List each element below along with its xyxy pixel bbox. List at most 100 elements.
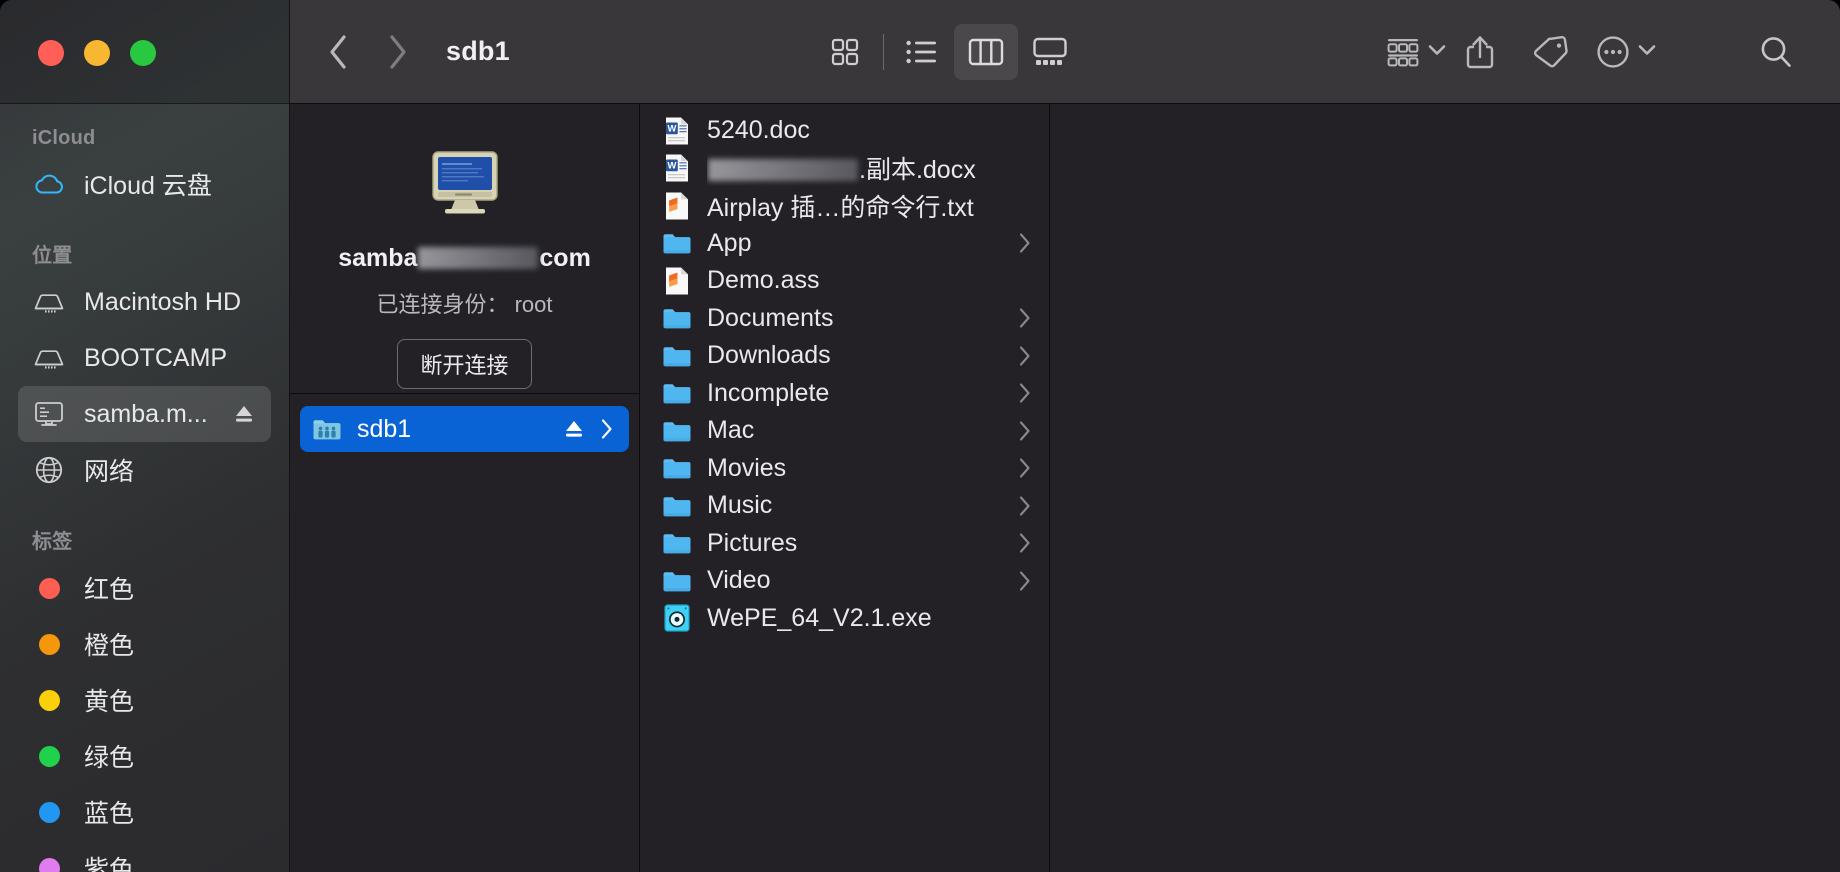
sidebar-section-header-icloud: iCloud [32,127,96,149]
sidebar-item-[interactable]: 红色 [18,560,271,616]
disk-image-icon [662,603,692,633]
forward-button[interactable] [372,26,424,78]
toolbar: sdb1 [290,0,1840,104]
sidebar-item-label: samba.m... [84,399,208,428]
sidebar-item-label: iCloud 云盘 [84,172,212,200]
svg-text:W: W [667,160,676,171]
eject-icon[interactable] [231,403,257,425]
file-row[interactable]: Demo.ass [640,262,1049,300]
share-list: sdb1 [290,394,639,452]
shared-folder-icon [312,414,342,444]
file-row[interactable]: Incomplete [640,375,1049,413]
cloud-icon [32,167,66,201]
file-name-text: .副本.docx [859,156,976,185]
file-list-pane: W 5240.doc W .副本.docx Airplay 插…的命令行.txt [640,104,1050,872]
sidebar-item-[interactable]: 紫色 [18,840,271,872]
tag-dot [32,683,66,717]
file-row[interactable]: Downloads [640,337,1049,375]
file-name-redacted [708,159,858,182]
server-pane: samba com 已连接身份： root 断开连接 sdb1 [290,104,640,872]
gallery-view-button[interactable] [1018,24,1082,80]
sidebar-section-header-tags: 标签 [32,531,73,553]
folder-icon [662,303,692,333]
sidebar: iCloud iCloud 云盘位置 Macintosh HD BOOTCAMP [0,0,290,872]
file-name: Downloads [707,341,831,370]
server-icon [32,397,66,431]
chevron-right-icon [1015,457,1035,479]
file-list: W 5240.doc W .副本.docx Airplay 插…的命令行.txt [640,104,1049,637]
tag-dot [32,571,66,605]
file-row[interactable]: WePE_64_V2.1.exe [640,600,1049,638]
sidebar-titlebar [0,0,289,104]
chevron-right-icon [1015,420,1035,442]
file-name: 5240.doc [707,116,810,145]
share-row[interactable]: sdb1 [300,406,629,452]
sidebar-item-icloud[interactable]: iCloud 云盘 [18,156,271,212]
sidebar-item-label: 红色 [84,576,135,604]
file-row[interactable]: Pictures [640,525,1049,563]
close-button[interactable] [38,40,64,66]
column-view-button[interactable] [954,23,1019,80]
traffic-lights [38,40,156,66]
file-row[interactable]: Airplay 插…的命令行.txt [640,187,1049,225]
file-row[interactable]: Mac [640,412,1049,450]
chevron-right-icon [1015,532,1035,554]
chevron-down-icon [1428,43,1446,61]
column-panes: samba com 已连接身份： root 断开连接 sdb1 W 5240.d… [290,104,1840,872]
folder-icon [662,378,692,408]
tag-dot [32,795,66,829]
disconnect-button[interactable]: 断开连接 [397,339,532,389]
server-name-prefix: samba [338,244,418,272]
svg-text:W: W [667,122,676,133]
file-name: Mac [707,416,755,445]
file-row[interactable]: Music [640,487,1049,525]
sidebar-item-[interactable]: 绿色 [18,728,271,784]
sidebar-item-macintoshhd[interactable]: Macintosh HD [18,274,271,330]
search-button[interactable] [1752,24,1800,80]
chevron-right-icon [1015,495,1035,517]
list-view-button[interactable] [890,24,954,80]
sidebar-item-[interactable]: 网络 [18,442,271,498]
sidebar-item-[interactable]: 黄色 [18,672,271,728]
file-name: WePE_64_V2.1.exe [707,603,932,632]
file-name: Pictures [707,528,798,557]
eject-icon[interactable] [561,418,587,440]
group-by-button[interactable] [1386,24,1446,80]
file-row[interactable]: Documents [640,300,1049,338]
window-title: sdb1 [446,36,510,66]
icon-view-button[interactable] [813,24,877,80]
file-name: App [707,228,752,257]
harddisk-icon [32,341,66,375]
view-separator-1 [883,33,885,70]
sublime-text-icon [662,191,692,221]
file-row[interactable]: Video [640,562,1049,600]
file-row[interactable]: Movies [640,450,1049,488]
minimize-button[interactable] [84,40,110,66]
share-button[interactable] [1456,24,1504,80]
file-name: Video [707,566,771,595]
more-options-button[interactable] [1596,24,1656,80]
file-row[interactable]: W .副本.docx [640,150,1049,188]
sidebar-item-label: Macintosh HD [84,287,241,316]
sidebar-section-header-locations: 位置 [32,245,73,267]
sidebar-body: iCloud iCloud 云盘位置 Macintosh HD BOOTCAMP [0,120,289,872]
file-name: .副本.docx [707,150,1015,186]
file-row[interactable]: W 5240.doc [640,112,1049,150]
zoom-button[interactable] [130,40,156,66]
word-docx-icon: W [662,153,692,183]
folder-icon [662,416,692,446]
sidebar-item-bootcamp[interactable]: BOOTCAMP [18,330,271,386]
file-name: Documents [707,303,834,332]
file-name: Music [707,491,773,520]
tag-button[interactable] [1526,24,1574,80]
server-name-redacted [418,247,539,269]
sidebar-item-label: 橙色 [84,632,135,660]
sidebar-item-sambam[interactable]: samba.m... [18,386,271,442]
back-button[interactable] [312,26,364,78]
word-doc-icon: W [662,116,692,146]
sidebar-item-[interactable]: 橙色 [18,616,271,672]
sidebar-item-[interactable]: 蓝色 [18,784,271,840]
file-row[interactable]: App [640,225,1049,263]
sidebar-item-label: 紫色 [84,856,135,872]
file-name: Airplay 插…的命令行.txt [707,193,974,222]
